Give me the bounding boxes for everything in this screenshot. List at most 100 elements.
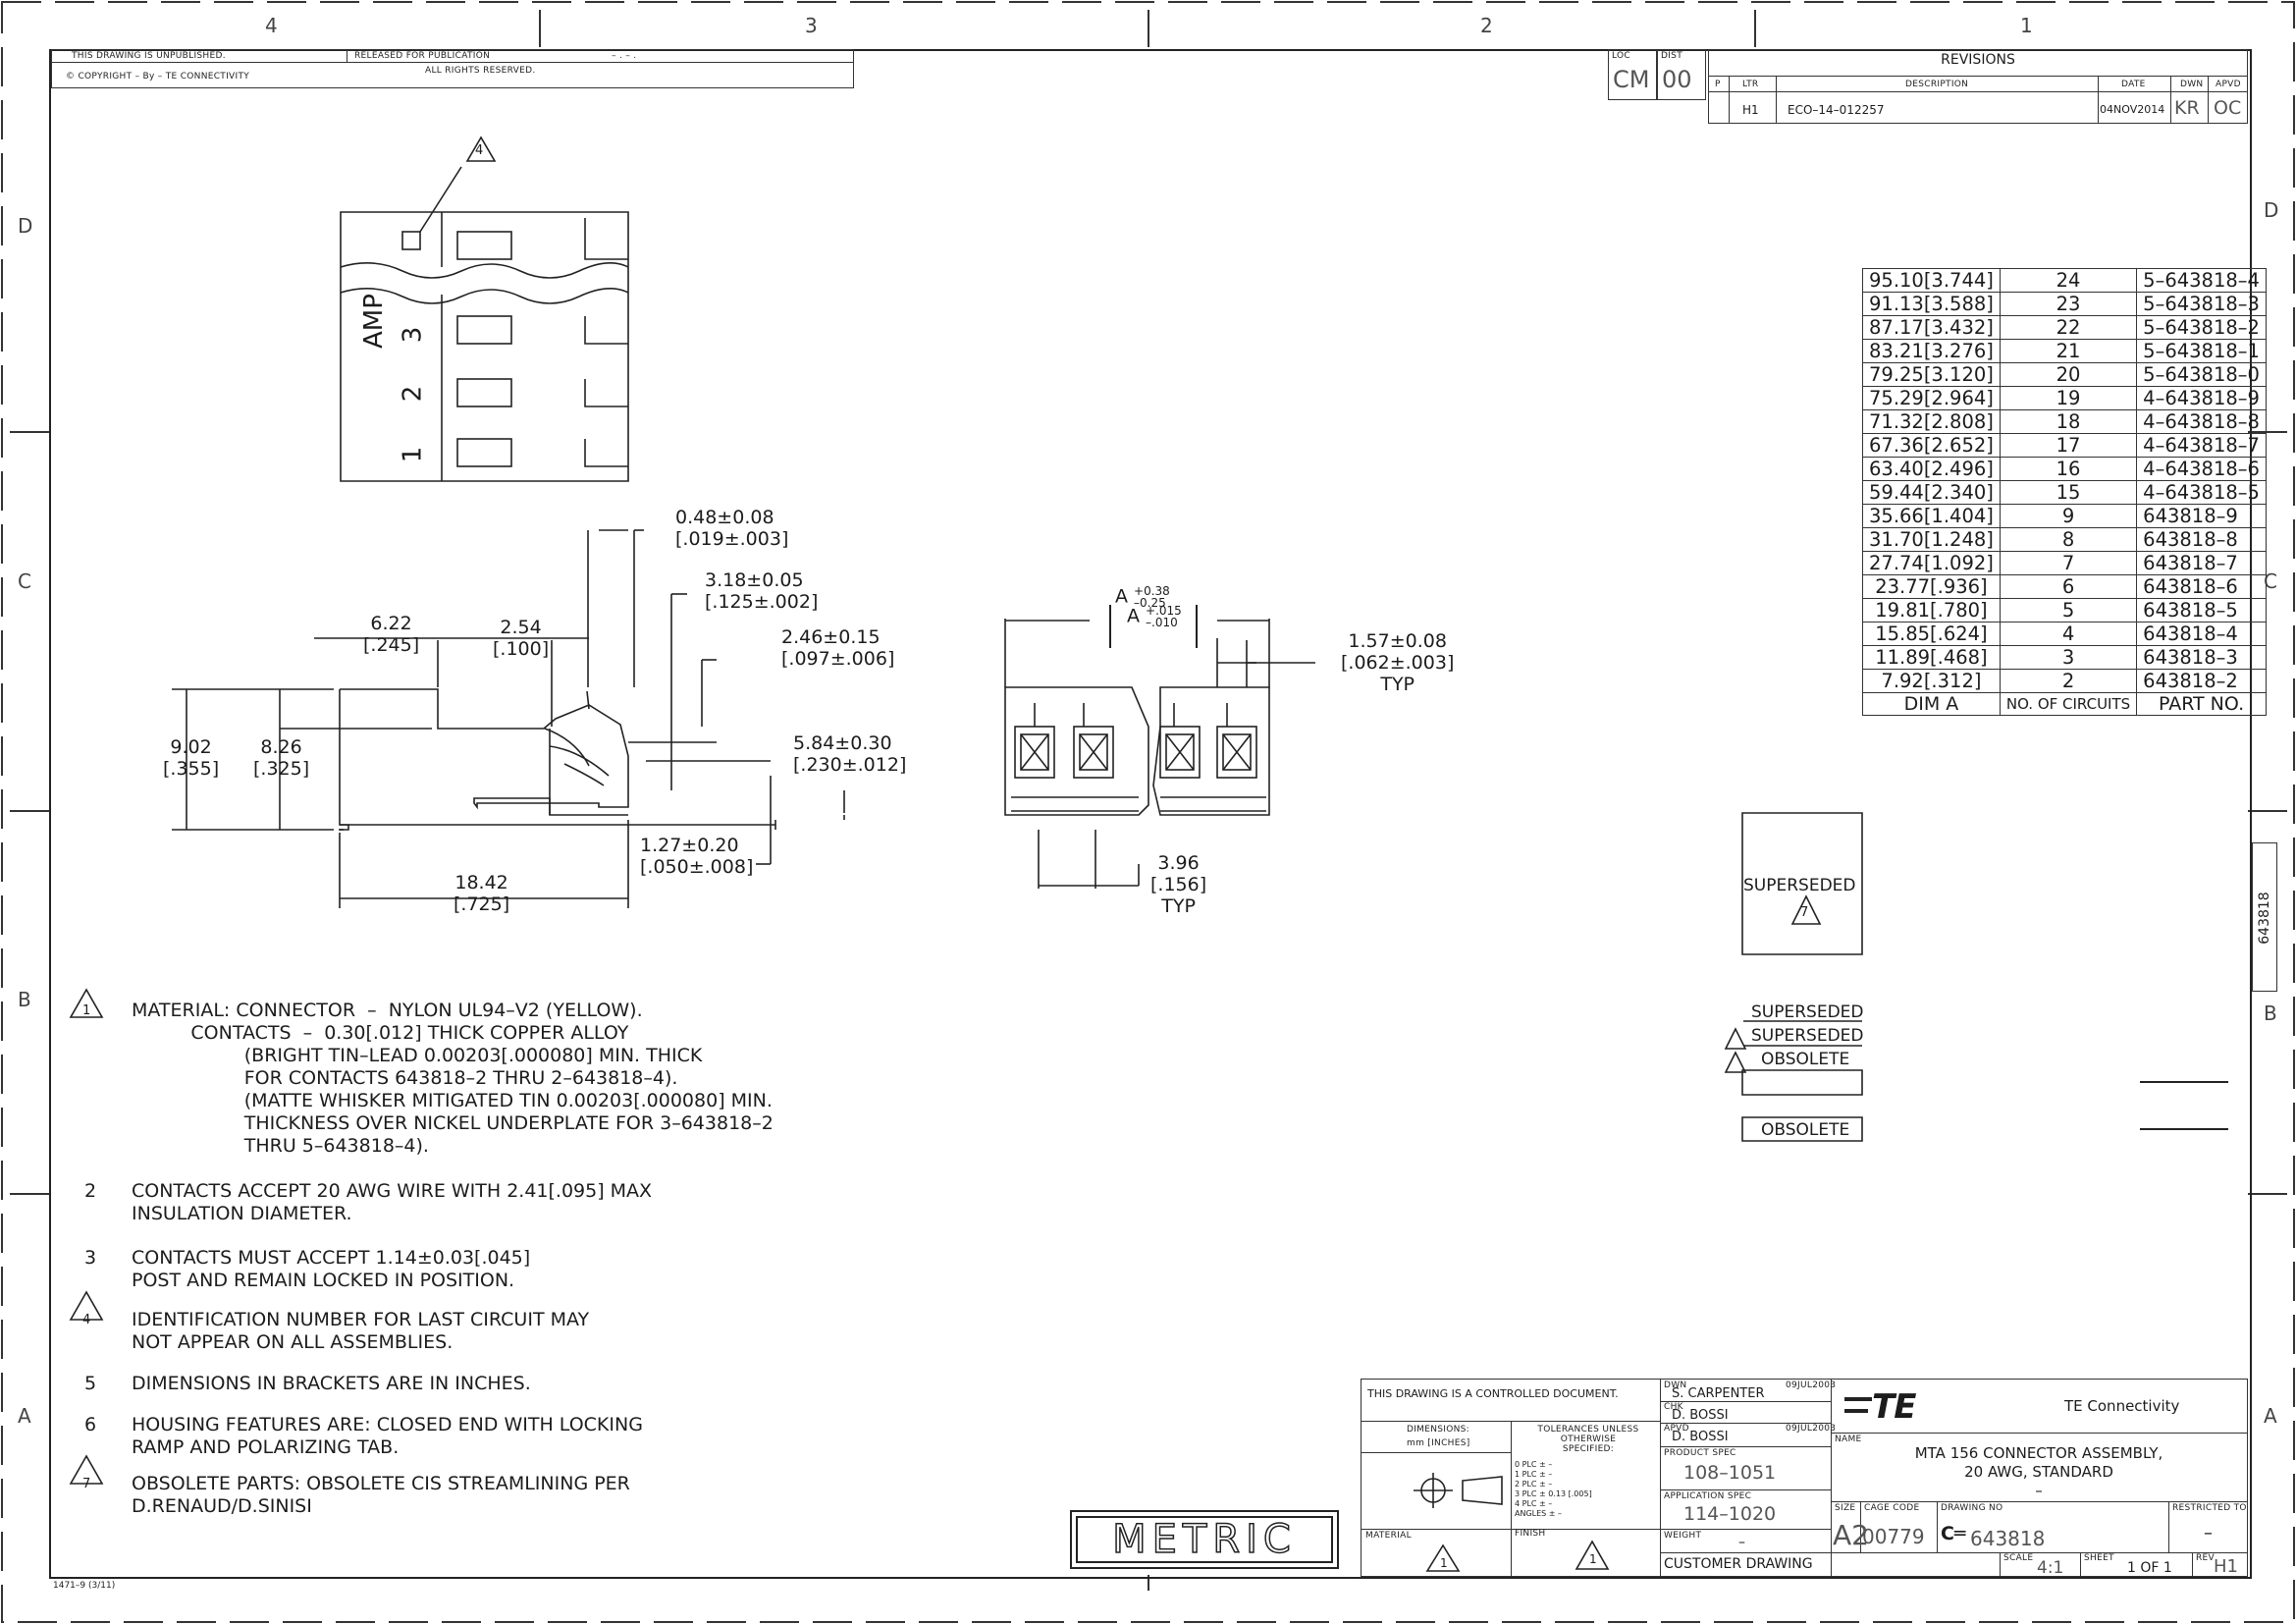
drawing-number: 643818 [1970,1527,2046,1550]
pin-1-label: 1 [398,446,428,463]
circuits-cell: 18 [1999,409,2138,434]
dim-a-cell: 15.85[.624] [1862,622,2001,646]
dim-a-cell: 11.89[.468] [1862,645,2001,670]
dim-contact-depth: 3.18±0.05 [.125±.002] [705,569,818,613]
dim-a-inch-bracket: A +.015 –.010 [1109,605,1198,648]
zone-b-left: B [18,988,31,1011]
circuits-cell: 20 [1999,362,2138,387]
dimensions-label: DIMENSIONS: [1407,1425,1469,1435]
circuits-cell: 19 [1999,386,2138,410]
superseded-row-15: SUPERSEDED [1751,1026,1864,1046]
dim-a-cell: 19.81[.780] [1862,598,2001,623]
dim-a-cell: 67.36[2.652] [1862,433,2001,458]
dwn-name: S. CARPENTER [1672,1386,1765,1401]
part-number-cell: 643818–9 [2136,504,2267,528]
metric-text: METRIC [1076,1516,1333,1563]
zone-1: 1 [2020,14,2033,37]
table-row: 7.92[.312] 2 643818–2 [1862,669,2267,693]
pin-2-label: 2 [398,385,428,403]
loc-label: LOC [1612,51,1630,61]
table-footer: DIM A NO. OF CIRCUITS PART NO. [1862,692,2267,716]
controlled-doc-text: THIS DRAWING IS A CONTROLLED DOCUMENT. [1367,1387,1619,1400]
zone-a-right: A [2264,1404,2277,1428]
rev-label: REV [2196,1553,2215,1563]
dim-3-96-in: [.156] [1150,874,1207,895]
restricted-value: – [2204,1523,2213,1543]
side-part-number: 643818 [2257,892,2272,945]
revisions-block: REVISIONS P LTR DESCRIPTION DATE DWN APV… [1708,49,2248,124]
zone-3: 3 [805,14,818,37]
scale-value: 4:1 [2037,1558,2064,1578]
obsolete-row-14: OBSOLETE [1761,1050,1850,1069]
copyright-text: © COPYRIGHT – By – TE CONNECTIVITY [66,72,250,81]
dim-a-cell: 35.66[1.404] [1862,504,2001,528]
table-row: 87.17[3.432] 22 5–643818–2 [1862,315,2267,340]
product-spec: 108–1051 [1683,1462,1777,1484]
note-number: 5 [84,1373,97,1394]
circuits-cell: 5 [1999,598,2138,623]
note-number: 4 [82,1313,91,1327]
note-text: CONTACTS MUST ACCEPT 1.14±0.03[.045] POS… [132,1247,531,1291]
part-number-table: 95.10[3.744] 24 5–643818–4 91.13[3.588] 23 5–… [1862,268,2267,716]
note-7-flag-label: 7 [1800,905,1809,920]
material-label: MATERIAL [1365,1531,1412,1541]
table-row: 75.29[2.964] 19 4–643818–9 [1862,386,2267,410]
side-part-tab: 643818 [2252,842,2277,992]
dim-contact-width-in: [.019±.003] [675,528,789,550]
note-text: DIMENSIONS IN BRACKETS ARE IN INCHES. [132,1373,531,1394]
dim-contact-width-mm: 0.48±0.08 [675,507,774,528]
note-text: HOUSING FEATURES ARE: CLOSED END WITH LO… [132,1414,643,1458]
dim-5-84-in: [.230±.012] [793,754,907,776]
circuits-cell: 3 [1999,645,2138,670]
tol-1-plc: 1 PLC ± – [1515,1470,1553,1479]
part-name-line-1: MTA 156 CONNECTOR ASSEMBLY, [1914,1444,2163,1462]
dim-1-57: 1.57±0.08 [.062±.003] TYP [1341,630,1454,695]
dim-8-26-mm: 8.26 [260,736,302,758]
dim-a-cell: 31.70[1.248] [1862,527,2001,552]
zone-4: 4 [265,14,278,37]
rev-col-ltr: LTR [1742,80,1759,89]
table-row: 15.85[.624] 4 643818–4 [1862,622,2267,646]
company-name: TE Connectivity [2064,1397,2180,1415]
product-spec-label: PRODUCT SPEC [1664,1448,1736,1458]
note-number: 1 [82,1003,91,1018]
te-logo-bar-1 [1844,1397,1872,1401]
dwg-size-mark: C═ [1941,1523,1966,1544]
dim-8-26-in: [.325] [253,758,310,780]
release-date-dash: – . – . [612,51,637,61]
released-text: RELEASED FOR PUBLICATION [354,51,491,61]
part-name-line-2: 20 AWG, STANDARD [1964,1463,2113,1481]
zone-d-right: D [2264,198,2279,222]
dim-a-inch-tol-minus: –.010 [1146,616,1178,629]
tol-3-plc: 3 PLC ± 0.13 [.005] [1515,1489,1592,1498]
rev-col-description: DESCRIPTION [1905,80,1969,89]
dim-a-cell: 27.74[1.092] [1862,551,2001,575]
part-no-header: PART NO. [2136,692,2267,716]
dim-6-22-in: [.245] [363,634,420,656]
circuits-cell: 7 [1999,551,2138,575]
dim-contact-offset-mm: 2.46±0.15 [781,626,881,648]
tolerance-rows: 0 PLC ± – 1 PLC ± – 2 PLC ± – 3 PLC ± 0.… [1515,1460,1592,1519]
cage-value: 00779 [1862,1525,1925,1548]
dim-a-cell: 23.77[.936] [1862,574,2001,599]
part-number-cell: 4–643818–6 [2136,457,2267,481]
rev-col-apvd: APVD [2216,80,2241,89]
part-number-cell: 643818–8 [2136,527,2267,552]
dim-contact-offset: 2.46±0.15 [.097±.006] [781,626,894,670]
dim-a-cell: 59.44[2.340] [1862,480,2001,505]
note-number: 3 [84,1247,97,1269]
dim-6-22: 6.22 [.245] [363,613,419,656]
dist-value: 00 [1662,66,1692,93]
dist-label: DIST [1661,51,1682,61]
dim-9-02-mm: 9.02 [170,736,212,758]
dwn-date: 09JUL2003 [1786,1380,1837,1390]
dim-9-02-in: [.355] [163,758,220,780]
part-number-cell: 4–643818–7 [2136,433,2267,458]
app-spec-label: APPLICATION SPEC [1664,1491,1752,1501]
rev-ltr: H1 [1742,103,1759,117]
part-number-cell: 643818–7 [2136,551,2267,575]
zone-2: 2 [1480,14,1493,37]
dim-1-57-mm: 1.57±0.08 [1348,630,1447,652]
circuits-cell: 21 [1999,339,2138,363]
dim-3-96-mm: 3.96 [1157,852,1200,874]
